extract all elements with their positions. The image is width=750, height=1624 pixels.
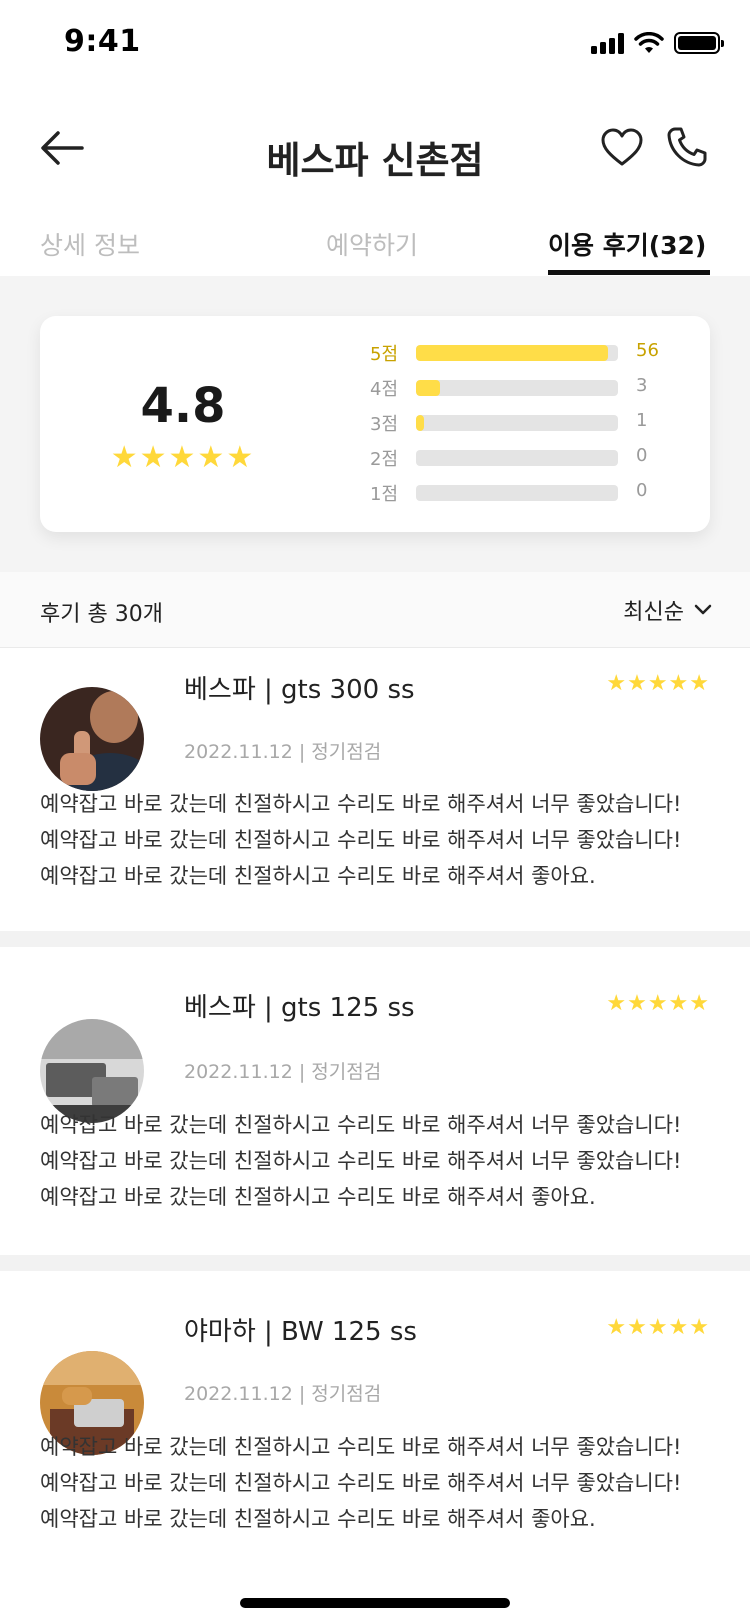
- rating-label: 2점: [370, 449, 399, 470]
- review-divider: [0, 931, 750, 947]
- rating-bar-track: [416, 450, 618, 466]
- active-tab-indicator: [548, 270, 710, 275]
- rating-bar-fill: [416, 380, 441, 396]
- rating-count: 1: [636, 410, 648, 431]
- rating-count: 0: [636, 480, 648, 501]
- review-product: 베스파 | gts 300 ss: [184, 675, 415, 705]
- rating-bar-track: [416, 485, 618, 501]
- review-list-header: 후기 총 30개 최신순: [0, 572, 750, 648]
- review-item: 야마하 | BW 125 ss ★★★★★ 2022.11.12 | 정기점검 …: [0, 1271, 750, 1596]
- review-meta: 2022.11.12 | 정기점검: [184, 741, 382, 763]
- rating-label: 1점: [370, 484, 399, 505]
- sort-dropdown[interactable]: 최신순: [623, 594, 712, 626]
- rating-label: 3점: [370, 414, 399, 435]
- status-bar: 9:41: [0, 0, 750, 92]
- rating-bar-fill: [416, 345, 608, 361]
- review-stars: ★★★★★: [606, 671, 710, 696]
- status-time: 9:41: [64, 24, 141, 59]
- tab-reservation[interactable]: 예약하기: [326, 226, 418, 262]
- review-divider: [0, 1255, 750, 1271]
- cellular-signal-icon: [591, 32, 624, 54]
- rating-row-3: 3점 1: [370, 406, 670, 436]
- rating-bar-fill: [416, 415, 425, 431]
- reviewer-avatar: [40, 687, 144, 791]
- review-item: 베스파 | gts 125 ss ★★★★★ 2022.11.12 | 정기점검…: [0, 947, 750, 1255]
- rating-count: 3: [636, 375, 648, 396]
- review-body: 예약잡고 바로 갔는데 친절하시고 수리도 바로 해주셔서 너무 좋았습니다! …: [40, 792, 682, 888]
- rating-row-1: 1점 0: [370, 476, 670, 506]
- review-product: 야마하 | BW 125 ss: [184, 1317, 417, 1347]
- rating-bar-track: [416, 345, 618, 361]
- heart-icon: [601, 128, 643, 166]
- rating-summary-section: 4.8 ★★★★★ 5점 56 4점 3 3점 1 2점 0 1점 0: [0, 276, 750, 572]
- call-button[interactable]: [666, 126, 708, 168]
- review-body: 예약잡고 바로 갔는데 친절하시고 수리도 바로 해주셔서 너무 좋았습니다! …: [40, 1113, 682, 1209]
- rating-summary-card: 4.8 ★★★★★ 5점 56 4점 3 3점 1 2점 0 1점 0: [40, 316, 710, 532]
- review-stars: ★★★★★: [606, 1315, 710, 1340]
- rating-bar-track: [416, 380, 618, 396]
- review-body: 예약잡고 바로 갔는데 친절하시고 수리도 바로 해주셔서 너무 좋았습니다! …: [40, 1435, 682, 1531]
- review-total-count: 후기 총 30개: [40, 602, 163, 627]
- average-stars: ★★★★★: [110, 440, 256, 475]
- rating-count: 0: [636, 445, 648, 466]
- chevron-down-icon: [694, 604, 712, 615]
- battery-icon: [674, 32, 724, 54]
- rating-label: 4점: [370, 379, 399, 400]
- sort-label: 최신순: [623, 600, 684, 625]
- review-item: 베스파 | gts 300 ss ★★★★★ 2022.11.12 | 정기점검…: [0, 649, 750, 931]
- review-product: 베스파 | gts 125 ss: [184, 993, 415, 1023]
- rating-row-2: 2점 0: [370, 441, 670, 471]
- status-icons: [591, 32, 724, 54]
- tab-bar: 상세 정보 예약하기 이용 후기(32): [0, 218, 750, 276]
- header: 베스파 신촌점: [0, 112, 750, 192]
- tab-reviews[interactable]: 이용 후기(32): [548, 226, 706, 262]
- review-meta: 2022.11.12 | 정기점검: [184, 1061, 382, 1083]
- home-indicator: [240, 1598, 510, 1608]
- favorite-button[interactable]: [600, 128, 644, 168]
- rating-count: 56: [636, 340, 659, 361]
- rating-label: 5점: [370, 344, 399, 365]
- wifi-icon: [634, 32, 664, 53]
- phone-icon: [667, 127, 707, 167]
- review-meta: 2022.11.12 | 정기점검: [184, 1383, 382, 1405]
- rating-row-4: 4점 3: [370, 371, 670, 401]
- rating-bar-track: [416, 415, 618, 431]
- review-stars: ★★★★★: [606, 991, 710, 1016]
- rating-row-5: 5점 56: [370, 336, 670, 366]
- tab-details[interactable]: 상세 정보: [40, 226, 140, 262]
- average-rating: 4.8: [140, 378, 226, 434]
